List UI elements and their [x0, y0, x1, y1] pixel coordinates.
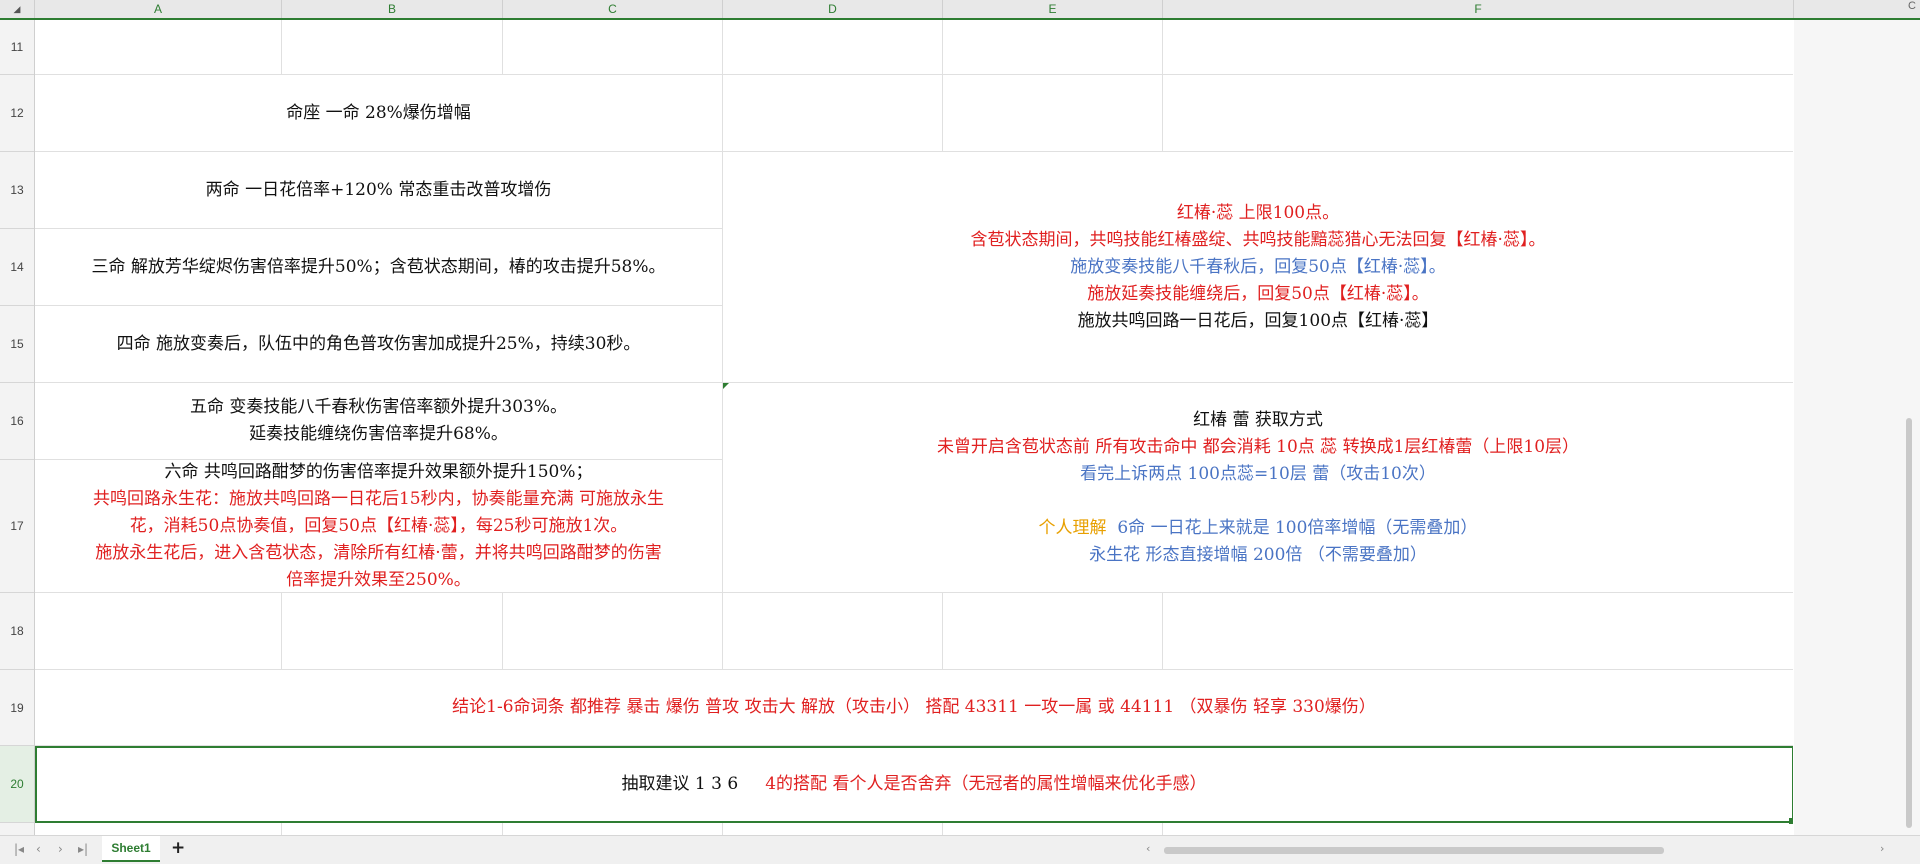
cell-a20-merged[interactable]: 抽取建议 1 3 6 4的搭配 看个人是否舍弃（无冠者的属性增幅来优化手感） — [35, 746, 1793, 823]
scroll-left-icon[interactable]: ‹ — [1146, 842, 1150, 855]
cell-a16-merged[interactable]: 五命 变奏技能八千春秋伤害倍率额外提升303%。 延奏技能缠绕伤害倍率提升68%… — [35, 383, 723, 460]
personal-understanding-label: 个人理解 — [1038, 517, 1107, 538]
select-all-corner[interactable]: ◢ — [0, 0, 35, 18]
cell-a17-line-1: 六命 共鸣回路酣梦的伤害倍率提升效果额外提升150%； — [164, 461, 593, 482]
sheet-tab-sheet1[interactable]: Sheet1 — [102, 836, 160, 862]
cell-a14-merged[interactable]: 三命 解放芳华绽烬伤害倍率提升50%；含苞状态期间，椿的攻击提升58%。 — [35, 229, 723, 306]
row-header-16[interactable]: 16 — [0, 383, 34, 460]
last-sheet-icon[interactable]: ▸| — [78, 842, 88, 856]
cell-a14-text: 三命 解放芳华绽烬伤害倍率提升50%；含苞状态期间，椿的攻击提升58%。 — [91, 256, 666, 277]
next-sheet-icon[interactable]: › — [58, 842, 63, 856]
cell-a18[interactable] — [35, 593, 282, 670]
merged-13-line-4: 施放延奏技能缠绕后，回复50点【红椿·蕊】。 — [1087, 283, 1429, 304]
cell-e11[interactable] — [943, 20, 1163, 75]
cell-a15-merged[interactable]: 四命 施放变奏后，队伍中的角色普攻伤害加成提升25%，持续30秒。 — [35, 306, 723, 383]
cell-a17-merged[interactable]: 六命 共鸣回路酣梦的伤害倍率提升效果额外提升150%； 共鸣回路永生花：施放共鸣… — [35, 460, 723, 593]
cell-a15-text: 四命 施放变奏后，队伍中的角色普攻伤害加成提升25%，持续30秒。 — [116, 333, 641, 354]
merged-13-line-2: 含苞状态期间，共鸣技能红椿盛绽、共鸣技能黯蕊猎心无法回复【红椿·蕊】。 — [970, 229, 1546, 250]
pull-advice-text: 抽取建议 1 3 6 — [621, 773, 739, 794]
cell-d18[interactable] — [723, 593, 943, 670]
cell-a19-merged[interactable]: 结论1-6命词条 都推荐 暴击 爆伤 普攻 攻击大 解放（攻击小） 搭配 433… — [35, 670, 1793, 746]
cell-f21[interactable] — [1163, 823, 1793, 835]
column-header-f[interactable]: F — [1163, 0, 1794, 18]
cell-a21[interactable] — [35, 823, 282, 835]
cell-d12[interactable] — [723, 75, 943, 152]
merged-16-line-2: 未曾开启含苞状态前 所有攻击命中 都会消耗 10点 蕊 转换成1层红椿蕾（上限1… — [936, 436, 1580, 457]
cell-a17-line-3: 花，消耗50点协奏值，回复50点【红椿·蕊】，每25秒可施放1次。 — [129, 515, 628, 536]
sheet-tab-bar: |◂ ‹ › ▸| Sheet1 + ‹ › — [0, 835, 1920, 864]
row-header-18[interactable]: 18 — [0, 593, 34, 670]
column-header-e[interactable]: E — [943, 0, 1163, 18]
vertical-scrollbar[interactable] — [1906, 418, 1912, 828]
column-header-a[interactable]: A — [35, 0, 282, 18]
merged-16-title: 红椿 蕾 获取方式 — [1193, 409, 1323, 430]
cell-f11[interactable] — [1163, 20, 1793, 75]
cell-d11[interactable] — [723, 20, 943, 75]
merged-16-line-4: 个人理解 6命 一日花上来就是 100倍率增幅（无需叠加） — [1039, 515, 1478, 542]
row-header-19[interactable]: 19 — [0, 670, 34, 746]
cell-a13-text: 两命 一日花倍率+120% 常态重击改普攻增伤 — [205, 179, 552, 200]
cell-e18[interactable] — [943, 593, 1163, 670]
comment-indicator-icon — [723, 383, 729, 389]
cell-a17-line-4: 施放永生花后，进入含苞状态，清除所有红椿·蕾，并将共鸣回路酣梦的伤害 — [95, 542, 662, 563]
cell-a13-merged[interactable]: 两命 一日花倍率+120% 常态重击改普攻增伤 — [35, 152, 723, 229]
column-header-bar: ◢ A B C D E F C — [0, 0, 1920, 20]
cell-c21[interactable] — [503, 823, 723, 835]
conclusion-text: 结论1-6命词条 都推荐 暴击 爆伤 普攻 攻击大 解放（攻击小） 搭配 433… — [452, 697, 1376, 717]
cell-a16-line-1: 五命 变奏技能八千春秋伤害倍率额外提升303%。 — [189, 397, 567, 417]
fill-handle[interactable] — [1789, 818, 1793, 824]
cell-a16-line-2: 延奏技能缠绕伤害倍率提升68%。 — [249, 424, 508, 444]
cell-a17-line-2: 共鸣回路永生花：施放共鸣回路一日花后15秒内，协奏能量充满 可施放永生 — [92, 488, 665, 509]
grid-right-area — [1794, 20, 1920, 835]
scroll-right-icon[interactable]: › — [1880, 842, 1884, 855]
spreadsheet-grid: 命座 一命 28%爆伤增幅 两命 一日花倍率+120% 常态重击改普攻增伤 三命… — [35, 20, 1793, 835]
pull-advice-line: 抽取建议 1 3 6 4的搭配 看个人是否舍弃（无冠者的属性增幅来优化手感） — [622, 771, 1207, 798]
row-header-14[interactable]: 14 — [0, 229, 34, 306]
cell-b21[interactable] — [282, 823, 503, 835]
cell-a12-merged[interactable]: 命座 一命 28%爆伤增幅 — [35, 75, 723, 152]
column-header-c[interactable]: C — [503, 0, 723, 18]
cell-f18[interactable] — [1163, 593, 1793, 670]
cell-c18[interactable] — [503, 593, 723, 670]
cell-a11[interactable] — [35, 20, 282, 75]
merged-13-line-5: 施放共鸣回路一日花后，回复100点【红椿·蕊】 — [1077, 310, 1439, 331]
merged-16-line-5: 永生花 形态直接增幅 200倍 （不需要叠加） — [1089, 544, 1427, 565]
cell-b18[interactable] — [282, 593, 503, 670]
add-sheet-button[interactable]: + — [171, 838, 185, 858]
merged-13-line-3: 施放变奏技能八千春秋后，回复50点【红椿·蕊】。 — [1070, 256, 1446, 277]
row-header-20[interactable]: 20 — [0, 746, 34, 823]
cell-a12-text: 命座 一命 28%爆伤增幅 — [286, 102, 471, 123]
merged-16-line-3: 看完上诉两点 100点蕊=10层 蕾（攻击10次） — [1080, 463, 1436, 484]
row-header-12[interactable]: 12 — [0, 75, 34, 152]
first-sheet-icon[interactable]: |◂ — [14, 842, 24, 856]
cell-c11[interactable] — [503, 20, 723, 75]
horizontal-scrollbar[interactable] — [1164, 847, 1664, 854]
row-header-15[interactable]: 15 — [0, 306, 34, 383]
row-header-11[interactable]: 11 — [0, 20, 34, 75]
cell-a17-line-5: 倍率提升效果至250%。 — [286, 569, 471, 590]
cell-b11[interactable] — [282, 20, 503, 75]
merged-13-line-1: 红椿·蕊 上限100点。 — [1176, 202, 1340, 223]
row-header-17[interactable]: 17 — [0, 460, 34, 593]
column-header-b[interactable]: B — [282, 0, 503, 18]
right-edge-marker: C — [1908, 0, 1916, 12]
cell-f12[interactable] — [1163, 75, 1793, 152]
cell-d16-merged[interactable]: 红椿 蕾 获取方式 未曾开启含苞状态前 所有攻击命中 都会消耗 10点 蕊 转换… — [723, 383, 1793, 593]
pull-advice-note: 4的搭配 看个人是否舍弃（无冠者的属性增幅来优化手感） — [765, 773, 1207, 794]
cell-d13-merged[interactable]: 红椿·蕊 上限100点。 含苞状态期间，共鸣技能红椿盛绽、共鸣技能黯蕊猎心无法回… — [723, 152, 1793, 383]
row-header-bar: 11 12 13 14 15 16 17 18 19 20 — [0, 20, 35, 835]
column-header-d[interactable]: D — [723, 0, 943, 18]
cell-d21[interactable] — [723, 823, 943, 835]
row-header-13[interactable]: 13 — [0, 152, 34, 229]
personal-understanding-text: 6命 一日花上来就是 100倍率增幅（无需叠加） — [1117, 517, 1478, 538]
cell-e12[interactable] — [943, 75, 1163, 152]
cell-e21[interactable] — [943, 823, 1163, 835]
prev-sheet-icon[interactable]: ‹ — [36, 842, 41, 856]
